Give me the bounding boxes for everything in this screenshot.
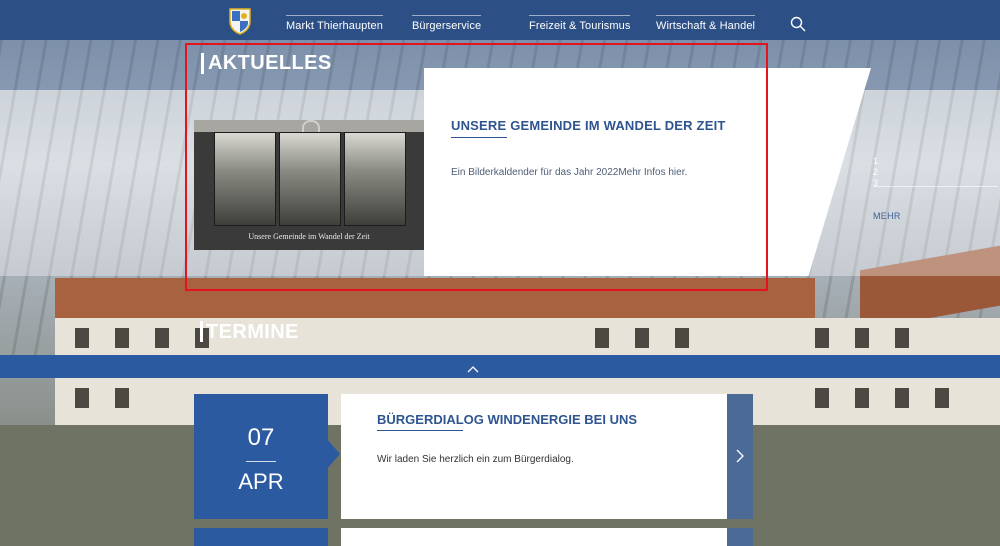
termine-toggle-band[interactable] (0, 355, 1000, 378)
event-next-button-2[interactable] (727, 528, 753, 546)
nav-buergerservice[interactable]: Bürgerservice (412, 15, 482, 32)
event-month: APR (238, 469, 284, 494)
event-title[interactable]: BÜRGERDIALOG WINDENERGIE BEI UNS (377, 412, 637, 427)
event-date-next (194, 528, 328, 546)
news-pager: 1 2 3 (873, 156, 998, 189)
event-card[interactable]: BÜRGERDIALOG WINDENERGIE BEI UNS Wir lad… (341, 394, 727, 519)
nav-wirtschaft-handel[interactable]: Wirtschaft & Handel (656, 15, 756, 32)
highlight-box (185, 43, 768, 291)
termine-heading: TERMINE (206, 321, 299, 343)
event-date-pointer (326, 438, 340, 470)
pager-item-2[interactable]: 2 (873, 167, 878, 178)
event-title-rule (377, 430, 463, 431)
termine-heading-accent-bar (200, 321, 203, 342)
event-date: 07 APR (194, 394, 328, 519)
event-card-next[interactable] (341, 528, 727, 546)
nav-freizeit-tourismus[interactable]: Freizeit & Tourismus (529, 15, 631, 32)
pager-active-rule (873, 186, 998, 187)
pager-item-1[interactable]: 1 (873, 156, 878, 167)
coat-of-arms-icon[interactable] (228, 7, 252, 35)
event-day: 07 (247, 424, 275, 451)
chevron-up-icon[interactable] (467, 363, 479, 375)
chevron-right-icon[interactable] (735, 448, 745, 464)
event-next-button[interactable] (727, 394, 753, 519)
search-icon[interactable] (790, 16, 806, 32)
event-text: Wir laden Sie herzlich ein zum Bürgerdia… (377, 454, 574, 465)
event-date-rule (246, 461, 276, 462)
nav-markt-thierhaupten[interactable]: Markt Thierhaupten (286, 15, 383, 32)
pager-item-3[interactable]: 3 (873, 178, 878, 189)
top-navigation: Markt Thierhaupten Bürgerservice Freizei… (0, 0, 1000, 40)
more-link[interactable]: MEHR (873, 211, 901, 221)
